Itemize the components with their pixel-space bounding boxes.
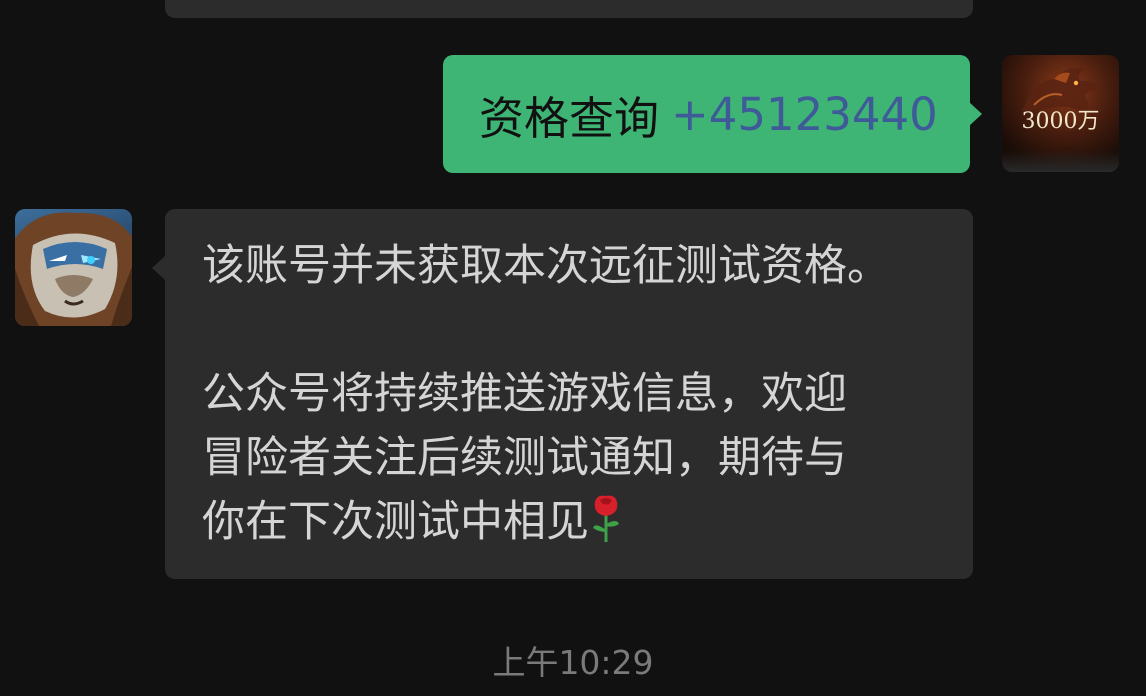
rose-icon xyxy=(593,495,619,542)
outgoing-message-text: 资格查询 xyxy=(479,91,660,145)
incoming-message-bubble[interactable]: 该账号并未获取本次远征测试资格。 公众号将持续推送游戏信息，欢迎 冒险者关注后续… xyxy=(152,209,973,579)
phone-number-link[interactable]: +45123440 xyxy=(671,88,938,141)
message-line-3: 冒险者关注后续测试通知，期待与 xyxy=(202,433,847,483)
lion-warrior-icon xyxy=(15,212,132,326)
message-line-4: 你在下次测试中相见 xyxy=(202,490,943,554)
avatar-count-label: 3000万 xyxy=(1021,109,1100,134)
message-line-2: 公众号将持续推送游戏信息，欢迎 xyxy=(202,369,847,419)
official-account-avatar[interactable] xyxy=(15,209,132,326)
message-timestamp: 上午10:29 xyxy=(492,643,654,682)
chat-window: 资格查询 +45123440 3000万 该账号并未获取本次远征测试资格。 公众… xyxy=(0,0,1146,696)
previous-message-bubble[interactable] xyxy=(165,0,973,18)
outgoing-message-bubble[interactable]: 资格查询 +45123440 xyxy=(443,55,982,173)
message-line-4-text: 你在下次测试中相见 xyxy=(202,497,589,547)
avatar-fade xyxy=(1002,150,1119,172)
message-line-1: 该账号并未获取本次远征测试资格。 xyxy=(202,241,890,291)
self-avatar[interactable]: 3000万 xyxy=(1002,55,1119,172)
